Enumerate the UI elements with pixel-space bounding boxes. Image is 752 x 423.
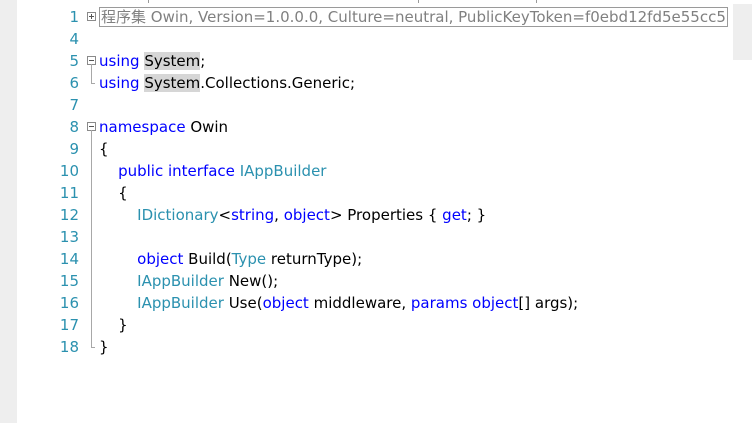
outline-line xyxy=(91,130,92,138)
keyword: object xyxy=(283,206,330,224)
top-border xyxy=(0,0,752,4)
outline-line xyxy=(91,314,92,336)
outline-line xyxy=(91,347,95,348)
indicator-margin[interactable] xyxy=(0,0,17,423)
code-line-6[interactable]: using System.Collections.Generic; xyxy=(99,72,739,94)
line-number: 18 xyxy=(59,338,79,356)
type-name: Type xyxy=(231,250,267,268)
code-text: Owin xyxy=(185,118,229,136)
line-number: 1 xyxy=(69,8,79,26)
keyword: string xyxy=(231,206,275,224)
outline-line xyxy=(91,160,92,182)
code-line-14[interactable]: object Build(Type returnType); xyxy=(99,248,739,270)
code-line-7[interactable] xyxy=(99,94,739,116)
code-line-15[interactable]: IAppBuilder New(); xyxy=(99,270,739,292)
code-text: Use( xyxy=(223,294,263,312)
code-text: , xyxy=(274,206,284,224)
line-number: 7 xyxy=(69,96,79,114)
code-text: < xyxy=(218,206,232,224)
keyword: using xyxy=(99,74,140,92)
keyword: object xyxy=(137,250,184,268)
type-name: IAppBuilder xyxy=(137,294,224,312)
code-text: } xyxy=(118,316,128,334)
code-editor[interactable]: 程序集 Owin, Version=1.0.0.0, Culture=neutr… xyxy=(99,6,739,358)
code-line-18[interactable]: } xyxy=(99,336,739,358)
code-text: .Collections.Generic; xyxy=(200,74,356,92)
outline-line xyxy=(91,64,92,72)
code-line-12[interactable]: IDictionary<string, object> Properties {… xyxy=(99,204,739,226)
line-number: 4 xyxy=(69,30,79,48)
keyword: using xyxy=(99,52,140,70)
keyword: interface xyxy=(168,162,235,180)
outline-line xyxy=(91,226,92,248)
line-number: 14 xyxy=(59,250,79,268)
outline-line xyxy=(91,248,92,270)
keyword: namespace xyxy=(99,118,186,136)
line-number: 15 xyxy=(59,272,79,290)
keyword: public xyxy=(118,162,164,180)
expand-icon[interactable] xyxy=(87,12,96,21)
code-text: Build( xyxy=(183,250,232,268)
ruler-tick xyxy=(536,0,537,3)
code-text: { xyxy=(99,140,109,158)
outline-line xyxy=(91,138,92,160)
code-line-9[interactable]: { xyxy=(99,138,739,160)
code-text: { xyxy=(118,184,128,202)
outline-line xyxy=(91,270,92,292)
line-number: 11 xyxy=(59,184,79,202)
code-line-5[interactable]: using System; xyxy=(99,50,739,72)
code-text: } xyxy=(99,338,109,356)
ruler-tick xyxy=(148,0,149,3)
scrollbar-corner xyxy=(733,4,752,60)
line-number: 17 xyxy=(59,316,79,334)
namespace-name: System xyxy=(144,74,201,92)
line-numbers: 1 4 5 6 7 8 9 10 11 12 13 14 15 16 17 18 xyxy=(17,6,79,358)
code-line-1[interactable]: 程序集 Owin, Version=1.0.0.0, Culture=neutr… xyxy=(99,6,739,28)
namespace-name: System xyxy=(144,52,201,70)
line-number: 9 xyxy=(69,140,79,158)
outline-line xyxy=(91,83,95,84)
outline-line xyxy=(91,182,92,204)
code-line-13[interactable] xyxy=(99,226,739,248)
code-text: returnType); xyxy=(266,250,363,268)
line-number: 13 xyxy=(59,228,79,246)
line-number: 8 xyxy=(69,118,79,136)
line-number: 10 xyxy=(59,162,79,180)
line-number: 6 xyxy=(69,74,79,92)
code-line-16[interactable]: IAppBuilder Use(object middleware, param… xyxy=(99,292,739,314)
code-text: [] args); xyxy=(518,294,579,312)
code-text: middleware, xyxy=(308,294,411,312)
code-text: ; xyxy=(200,52,206,70)
code-line-8[interactable]: namespace Owin xyxy=(99,116,739,138)
keyword: get xyxy=(442,206,467,224)
code-line-10[interactable]: public interface IAppBuilder xyxy=(99,160,739,182)
keyword: object xyxy=(262,294,309,312)
code-text: > Properties { xyxy=(329,206,443,224)
code-text: New(); xyxy=(223,272,279,290)
code-line-4[interactable] xyxy=(99,28,739,50)
outline-margin xyxy=(86,6,98,358)
line-number: 5 xyxy=(69,52,79,70)
keyword: object xyxy=(472,294,519,312)
type-name: IAppBuilder xyxy=(239,162,327,180)
code-line-17[interactable]: } xyxy=(99,314,739,336)
ruler-tick xyxy=(418,0,419,3)
type-name: IAppBuilder xyxy=(137,272,224,290)
editor-gutter: 1 4 5 6 7 8 9 10 11 12 13 14 15 16 17 18 xyxy=(0,0,86,423)
line-number: 16 xyxy=(59,294,79,312)
outline-line xyxy=(91,204,92,226)
line-number: 12 xyxy=(59,206,79,224)
keyword: params xyxy=(410,294,468,312)
code-text: ; } xyxy=(466,206,487,224)
vertical-scrollbar[interactable] xyxy=(733,60,752,423)
outline-line xyxy=(91,292,92,314)
code-line-11[interactable]: { xyxy=(99,182,739,204)
collapsed-region[interactable]: 程序集 Owin, Version=1.0.0.0, Culture=neutr… xyxy=(99,7,728,27)
type-name: IDictionary xyxy=(137,206,219,224)
